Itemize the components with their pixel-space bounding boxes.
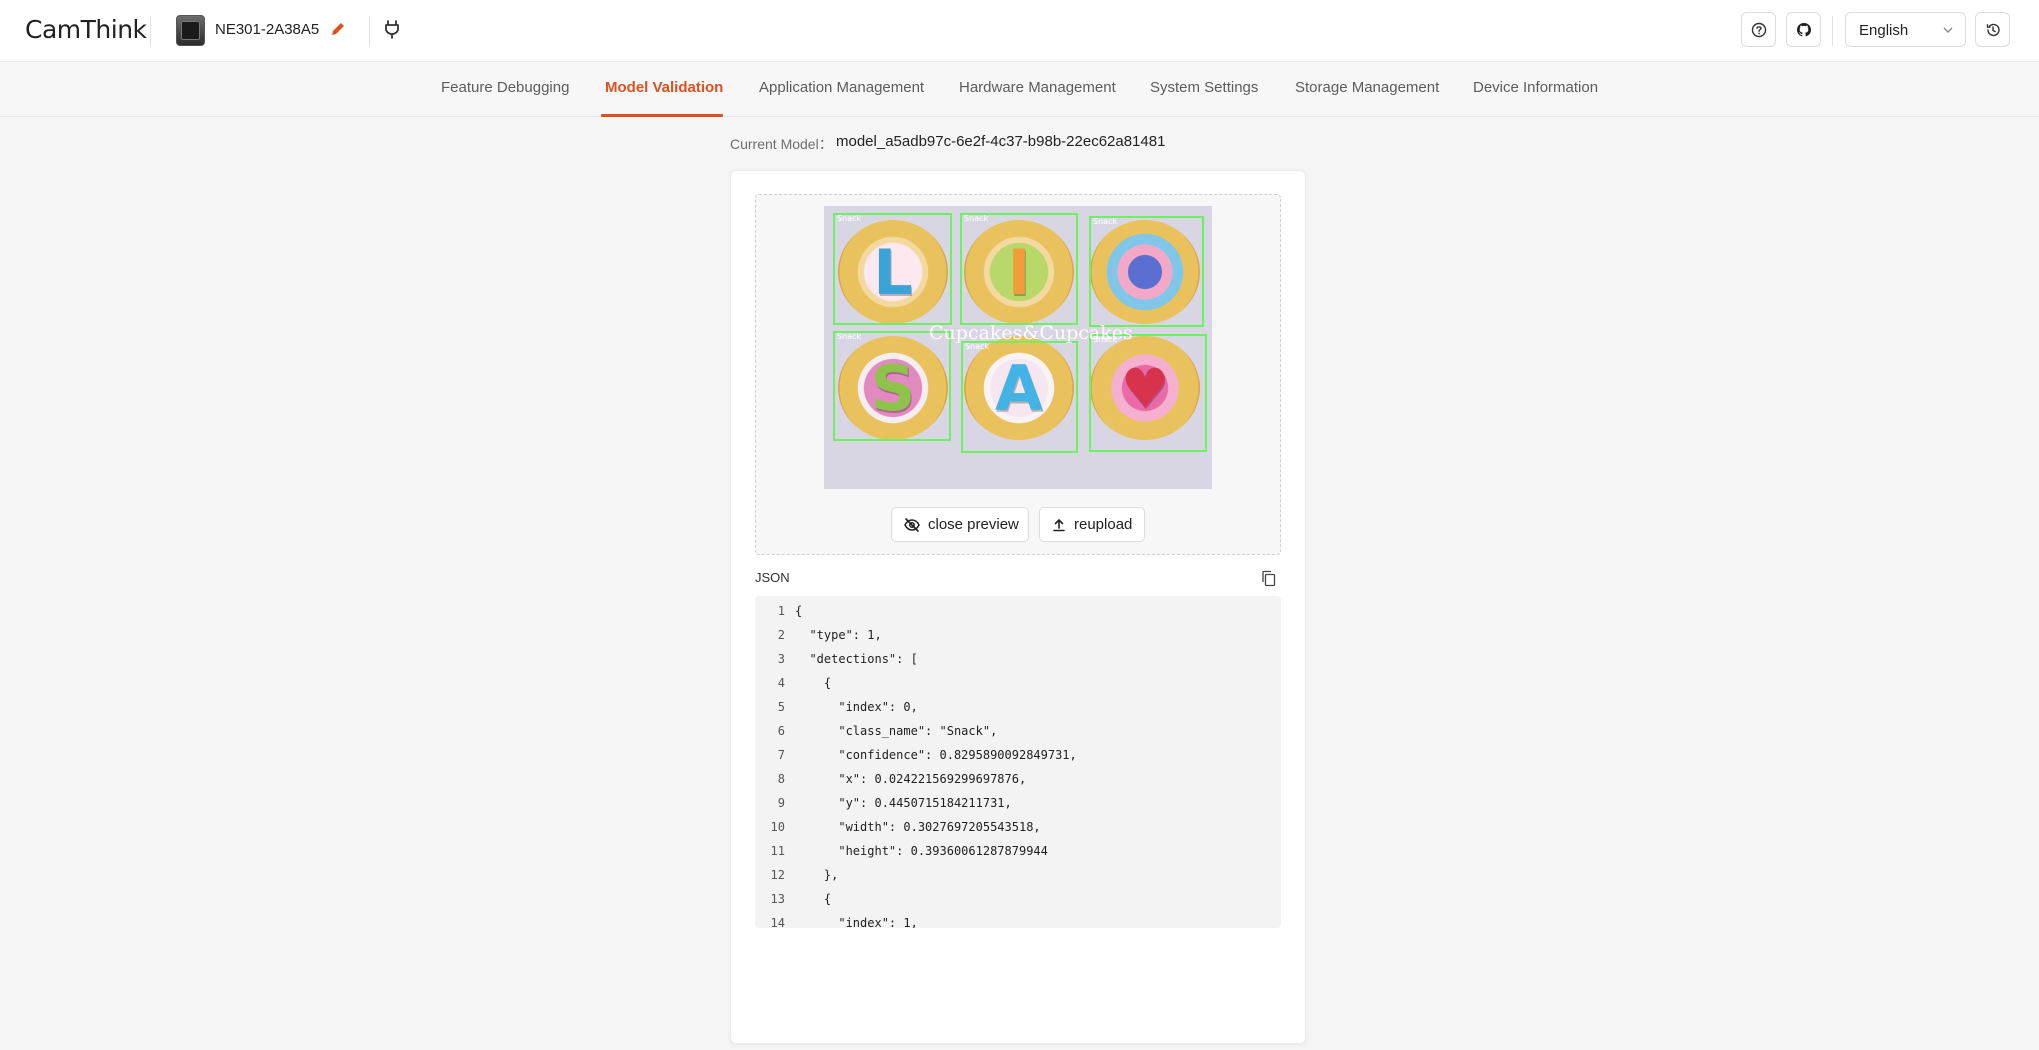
- image-watermark: Cupcakes&Cupcakes: [929, 322, 1133, 344]
- line-number: 10: [770, 820, 785, 834]
- code-line: 4 {: [755, 676, 1281, 700]
- line-text: "confidence": 0.8295890092849731,: [795, 748, 1077, 762]
- device-name: NE301-2A38A5: [215, 21, 320, 38]
- header-divider: [1832, 16, 1833, 46]
- line-number: 11: [770, 844, 785, 858]
- line-text: "class_name": "Snack",: [795, 724, 998, 738]
- line-number: 13: [770, 892, 785, 906]
- code-line: 2 "type": 1,: [755, 628, 1281, 652]
- line-text: {: [795, 604, 803, 618]
- code-line: 14 "index": 1,: [755, 916, 1281, 928]
- line-text: {: [795, 892, 832, 906]
- close-preview-button[interactable]: close preview: [891, 507, 1029, 542]
- tab-application-management[interactable]: Application Management: [759, 79, 924, 96]
- line-number: 3: [777, 652, 785, 666]
- reupload-label: reupload: [1074, 516, 1133, 533]
- copy-icon[interactable]: [1261, 570, 1276, 587]
- detection-box: Snack: [833, 213, 952, 325]
- eye-off-icon: [904, 517, 920, 532]
- tab-hardware-management[interactable]: Hardware Management: [959, 79, 1116, 96]
- line-text: "detections": [: [795, 652, 918, 666]
- detection-box: Snack: [833, 331, 951, 441]
- line-text: "x": 0.024221569299697876,: [795, 772, 1027, 786]
- chevron-down-icon: [1943, 27, 1953, 33]
- tab-model-validation[interactable]: Model Validation: [605, 79, 723, 96]
- line-text: {: [795, 676, 832, 690]
- line-text: "y": 0.4450715184211731,: [795, 796, 1012, 810]
- pencil-icon[interactable]: [330, 21, 346, 37]
- line-text: "index": 1,: [795, 916, 918, 928]
- github-icon: [1796, 22, 1811, 36]
- language-select[interactable]: English: [1845, 12, 1966, 47]
- code-line: 11 "height": 0.39360061287879944: [755, 844, 1281, 868]
- tab-device-information[interactable]: Device Information: [1473, 79, 1598, 96]
- line-number: 2: [777, 628, 785, 642]
- current-model-label: Current Model：: [730, 136, 833, 152]
- line-number: 14: [770, 916, 785, 928]
- detection-label: Snack: [837, 214, 862, 223]
- code-line: 5 "index": 0,: [755, 700, 1281, 724]
- plug-icon[interactable]: [383, 19, 401, 39]
- current-model-value: model_a5adb97c-6e2f-4c37-b98b-22ec62a814…: [836, 133, 1166, 150]
- detection-preview-image: L I S A ♥ Snack Snack Snack Snack Snack …: [824, 206, 1212, 489]
- code-line: 7 "confidence": 0.8295890092849731,: [755, 748, 1281, 772]
- github-button[interactable]: [1786, 12, 1821, 47]
- line-text: },: [795, 868, 839, 882]
- code-line: 13 {: [755, 892, 1281, 916]
- detection-label: Snack: [837, 332, 862, 341]
- detection-label: Snack: [964, 214, 989, 223]
- code-line: 1{: [755, 604, 1281, 628]
- active-tab-indicator: [601, 114, 723, 117]
- detection-label: Snack: [1093, 217, 1118, 226]
- top-header: CamThink NE301-2A38A5 English: [0, 0, 2039, 62]
- history-button[interactable]: [1975, 12, 2010, 47]
- code-line: 6 "class_name": "Snack",: [755, 724, 1281, 748]
- json-panel-title: JSON: [755, 570, 790, 585]
- line-text: "index": 0,: [795, 700, 918, 714]
- detection-box: Snack: [961, 341, 1078, 453]
- tab-storage-management[interactable]: Storage Management: [1295, 79, 1439, 96]
- main-tabs: Feature Debugging Model Validation Appli…: [0, 62, 2039, 117]
- line-text: "width": 0.3027697205543518,: [795, 820, 1041, 834]
- tab-feature-debugging[interactable]: Feature Debugging: [441, 79, 569, 96]
- header-divider: [150, 16, 151, 46]
- code-line: 10 "width": 0.3027697205543518,: [755, 820, 1281, 844]
- detection-box: Snack: [1089, 334, 1207, 452]
- close-preview-label: close preview: [928, 516, 1019, 533]
- detection-box: Snack: [960, 213, 1078, 325]
- line-text: "type": 1,: [795, 628, 882, 642]
- upload-icon: [1053, 518, 1065, 531]
- code-line: 12 },: [755, 868, 1281, 892]
- tab-system-settings[interactable]: System Settings: [1150, 79, 1258, 96]
- detection-box: Snack: [1089, 216, 1204, 327]
- json-code-viewer[interactable]: 1{ 2 "type": 1, 3 "detections": [ 4 { 5 …: [755, 596, 1281, 928]
- line-number: 4: [777, 676, 785, 690]
- camthink-logo[interactable]: CamThink: [25, 15, 147, 44]
- line-number: 6: [777, 724, 785, 738]
- help-icon: [1751, 22, 1766, 37]
- line-number: 12: [770, 868, 785, 882]
- line-number: 8: [777, 772, 785, 786]
- code-line: 9 "y": 0.4450715184211731,: [755, 796, 1281, 820]
- help-button[interactable]: [1741, 12, 1776, 47]
- code-line: 3 "detections": [: [755, 652, 1281, 676]
- reupload-button[interactable]: reupload: [1039, 507, 1145, 542]
- line-text: "height": 0.39360061287879944: [795, 844, 1048, 858]
- line-number: 7: [777, 748, 785, 762]
- line-number: 9: [777, 796, 785, 810]
- header-divider: [369, 16, 370, 46]
- line-number: 5: [777, 700, 785, 714]
- code-line: 8 "x": 0.024221569299697876,: [755, 772, 1281, 796]
- line-number: 1: [777, 604, 785, 618]
- language-value: English: [1859, 22, 1909, 39]
- device-thumbnail: [176, 15, 205, 46]
- history-icon: [1986, 23, 2000, 36]
